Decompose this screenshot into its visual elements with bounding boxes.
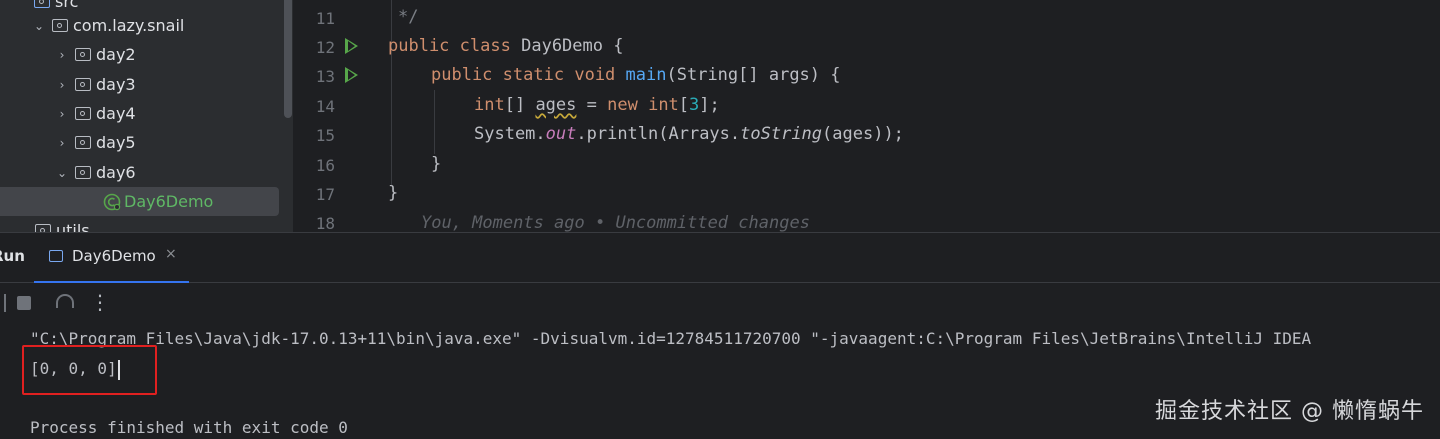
line-number: 17 <box>315 185 335 204</box>
watermark: 掘金技术社区 @ 懒惰蜗牛 <box>1155 399 1424 424</box>
run-main-icon[interactable] <box>345 67 358 83</box>
line-number: 11 <box>315 9 335 28</box>
tree-item-label: day3 <box>96 75 136 94</box>
project-tree: src ⌄ com.lazy.snail › day2 › day3 › day… <box>0 0 293 232</box>
package-icon <box>75 107 91 120</box>
git-blame-hint: You, Moments ago • Uncommitted changes <box>421 213 810 232</box>
chevron-down-icon[interactable]: ⌄ <box>32 19 46 33</box>
rerun-icon[interactable] <box>0 294 6 312</box>
chevron-right-icon[interactable]: › <box>55 136 69 150</box>
highlight-box <box>22 345 157 395</box>
code-line-13: public static void main(String[] args) { <box>431 65 841 85</box>
tree-item-utils[interactable]: utils <box>32 216 90 232</box>
chevron-right-icon[interactable]: › <box>55 48 69 62</box>
tree-item-label: src <box>55 0 79 11</box>
stop-icon[interactable] <box>17 296 31 310</box>
package-icon <box>75 166 91 179</box>
run-tool-window: Run Day6Demo × ⋮ "C:\Program Files\Java\… <box>0 232 1440 439</box>
code-line-14: int[] ages = new int[3]; <box>474 95 720 115</box>
console-command-line: "C:\Program Files\Java\jdk-17.0.13+11\bi… <box>30 329 1312 348</box>
code-editor[interactable]: 11 12 13 14 15 16 17 18 */ public class … <box>293 0 1440 232</box>
chevron-right-icon[interactable]: › <box>55 107 69 121</box>
profiler-gauge-icon[interactable] <box>56 294 74 308</box>
tree-item-day4[interactable]: › day4 <box>55 99 136 128</box>
code-line-16: } <box>431 154 442 174</box>
code-line-15: System.out.println(Arrays.toString(ages)… <box>474 124 904 144</box>
run-toolbar: ⋮ <box>0 283 1440 323</box>
package-icon <box>75 78 91 91</box>
more-options-icon[interactable]: ⋮ <box>90 290 110 314</box>
package-icon <box>75 136 91 149</box>
tree-item-label: Day6Demo <box>124 192 214 211</box>
tree-item-com-lazy-snail[interactable]: ⌄ com.lazy.snail <box>32 11 184 40</box>
package-icon <box>35 224 51 232</box>
line-number: 14 <box>315 97 335 116</box>
tree-item-label: day6 <box>96 163 136 182</box>
run-tabs-bar: Run Day6Demo × <box>0 233 1440 283</box>
source-folder-icon <box>34 0 50 8</box>
tab-label: Day6Demo <box>72 247 156 265</box>
indent-guide <box>391 0 392 185</box>
line-number: 12 <box>315 38 335 57</box>
tree-scrollbar[interactable] <box>284 0 292 118</box>
line-number: 16 <box>315 156 335 175</box>
tree-item-label: day2 <box>96 45 136 64</box>
console-exit-message: Process finished with exit code 0 <box>30 418 348 437</box>
tree-item-day6demo[interactable]: Day6Demo <box>103 187 213 216</box>
line-number: 15 <box>315 126 335 145</box>
code-line-17: } <box>388 183 399 203</box>
tree-item-day3[interactable]: › day3 <box>55 70 136 99</box>
indent-guide <box>434 90 435 154</box>
code-line-11: */ <box>398 7 419 27</box>
chevron-down-icon[interactable]: ⌄ <box>55 166 69 180</box>
line-number: 18 <box>315 214 335 232</box>
tree-item-day5[interactable]: › day5 <box>55 128 136 157</box>
tree-item-label: utils <box>56 221 90 232</box>
run-panel-title: Run <box>0 247 25 265</box>
tree-item-day6[interactable]: ⌄ day6 <box>55 158 136 187</box>
tree-item-day2[interactable]: › day2 <box>55 40 136 69</box>
chevron-right-icon[interactable]: › <box>55 78 69 92</box>
line-number: 13 <box>315 67 335 86</box>
console-icon <box>49 250 63 262</box>
tree-item-label: day4 <box>96 104 136 123</box>
run-class-icon[interactable] <box>345 38 358 54</box>
code-line-12: public class Day6Demo { <box>388 36 624 56</box>
tree-item-label: day5 <box>96 133 136 152</box>
close-icon[interactable]: × <box>165 246 177 262</box>
package-icon <box>52 19 68 32</box>
tab-day6demo[interactable]: Day6Demo × <box>34 233 189 283</box>
package-icon <box>75 48 91 61</box>
java-class-icon <box>103 193 121 210</box>
tree-item-label: com.lazy.snail <box>73 16 185 35</box>
